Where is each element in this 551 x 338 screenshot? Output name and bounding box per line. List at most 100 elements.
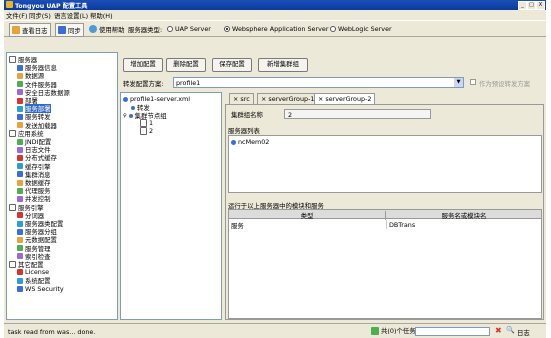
nav-item-icon <box>17 138 23 145</box>
task-icon <box>371 326 379 335</box>
collapse-icon <box>9 129 16 137</box>
server-list-item[interactable]: ncMem02 <box>231 138 269 146</box>
table-row[interactable]: 服务 DBTrans <box>229 220 541 230</box>
use-help-label: 使用帮助 <box>99 25 125 34</box>
tab-area: × src × serverGroup-1 × serverGroup-2 集群… <box>225 93 544 320</box>
radio-selected-icon <box>224 26 230 32</box>
radio-websphere[interactable]: Websphere Application Server <box>222 23 330 35</box>
collapse-icon <box>9 203 16 211</box>
view-log-button[interactable]: 查看日志 <box>9 23 51 37</box>
log-label[interactable]: 日志 <box>517 328 530 337</box>
close-button[interactable]: X <box>536 1 545 10</box>
title-bar: Tongyou UAP 配置工具 _ □ X <box>4 0 546 10</box>
server-type-label: 服务器类型: <box>128 25 163 34</box>
server-icon <box>231 139 236 145</box>
nav-item-icon <box>17 72 23 79</box>
nav-item-icon <box>17 163 23 170</box>
add-config-button[interactable]: 增加配置 <box>123 58 163 72</box>
sync-button[interactable]: 同步 <box>55 23 84 37</box>
status-bar: task read from was... done. 共(0)个任务 ✖ 🔍 … <box>4 323 546 338</box>
help-icon <box>89 25 97 33</box>
nav-item-icon <box>17 245 23 252</box>
nav-item-icon <box>17 105 23 112</box>
menu-file[interactable]: 文件(F) <box>6 11 27 20</box>
profile-root[interactable]: profile1-server.xml <box>123 95 190 103</box>
app-window: Tongyou UAP 配置工具 _ □ X 文件(F) 同步(S) 语言设置(… <box>4 0 546 338</box>
tab-content: 集群组名称 2 服务器列表 ncMem02 运行于以上服务器中的模块和服务 类型… <box>225 104 544 320</box>
scheme-row: 转发配置方案: profile1 ▼ 作为预设转发方案 <box>120 77 544 89</box>
nav-item-icon <box>17 277 23 284</box>
radio-icon <box>167 26 173 32</box>
sync-icon <box>58 26 66 34</box>
nav-item-icon <box>17 146 23 153</box>
nav-item[interactable]: License <box>17 268 49 276</box>
use-help-button[interactable]: 使用帮助 <box>87 23 127 35</box>
server-list-label: 服务器列表 <box>228 127 260 135</box>
profile-leaf[interactable]: 2 <box>140 127 153 135</box>
scheme-label: 转发配置方案: <box>123 80 164 88</box>
view-log-label: 查看日志 <box>22 26 48 35</box>
nav-item-icon <box>17 89 23 96</box>
action-bar: 增加配置 删除配置 保存配置 新增集群组 <box>120 58 544 72</box>
save-config-button[interactable]: 保存配置 <box>212 58 252 72</box>
toolbar: 查看日志 同步 使用帮助 服务器类型: UAP Server Websphere… <box>4 20 546 37</box>
window-title: Tongyou UAP 配置工具 <box>15 3 88 10</box>
nav-item-icon <box>17 97 23 104</box>
nav-item-icon <box>17 285 23 292</box>
profile-leaf[interactable]: 1 <box>140 119 153 127</box>
scheme-select[interactable]: profile1 ▼ <box>173 77 464 88</box>
file-icon <box>140 119 147 127</box>
nav-item-icon <box>17 253 23 260</box>
nav-item-icon <box>17 122 23 129</box>
nav-item-icon <box>17 154 23 161</box>
log-icon <box>12 26 20 34</box>
chevron-down-icon[interactable]: ▼ <box>454 78 463 87</box>
maximize-button[interactable]: □ <box>527 1 536 10</box>
nav-item-icon <box>17 236 23 243</box>
radio-weblogic[interactable]: WebLogic Server <box>328 23 394 35</box>
nav-item-icon <box>17 220 23 227</box>
default-scheme-checkbox[interactable] <box>470 79 476 85</box>
nav-item-icon <box>17 81 23 88</box>
nav-item-icon <box>17 228 23 235</box>
cluster-name-label: 集群组名称 <box>231 111 263 119</box>
minimize-button[interactable]: _ <box>518 1 527 10</box>
new-cluster-button[interactable]: 新增集群组 <box>258 58 308 72</box>
column-type[interactable]: 类型 <box>229 211 386 220</box>
profile-tree: profile1-server.xml 转发 ♀ 集群节点组 1 2 <box>120 92 222 320</box>
cluster-name-value: 2 <box>288 111 293 119</box>
row-type: 服务 <box>231 222 244 230</box>
nav-item-icon <box>17 113 23 120</box>
expand-icon: ♀ <box>123 112 127 119</box>
nav-item-icon <box>17 187 23 194</box>
menu-language[interactable]: 语言设置(L) <box>54 11 88 20</box>
node-icon <box>131 105 135 110</box>
row-service-name: DBTrans <box>389 221 416 229</box>
app-icon <box>6 1 13 8</box>
server-list: ncMem02 <box>228 135 542 193</box>
tasks-indicator[interactable]: 共(0)个任务 <box>371 326 416 335</box>
radio-uap-server[interactable]: UAP Server <box>165 23 213 35</box>
server-icon <box>123 96 128 102</box>
cluster-name-field[interactable]: 2 <box>284 109 431 119</box>
collapse-icon <box>9 261 16 268</box>
nav-item-icon <box>17 195 23 202</box>
nav-tree: 服务器 服务器信息 数据源 文件服务器 安全日志数据源 部署 服务部署 服务转发 发送加载器 应用… <box>6 52 118 320</box>
node-icon <box>128 113 133 118</box>
scheme-value: profile1 <box>176 79 201 87</box>
nav-item[interactable]: WS Security <box>17 285 64 293</box>
sync-label: 同步 <box>68 26 81 35</box>
menu-sync[interactable]: 同步(S) <box>29 11 51 20</box>
menu-help[interactable]: 帮助(H) <box>90 11 113 20</box>
status-message: task read from was... done. <box>8 328 96 336</box>
search-icon[interactable]: 🔍 <box>506 326 515 334</box>
cancel-icon[interactable]: ✖ <box>495 326 502 335</box>
file-icon <box>140 127 147 135</box>
modules-table: 类型 服务名或模块名 服务 DBTrans <box>228 209 542 319</box>
nav-item-icon <box>17 171 23 178</box>
task-progress-bar <box>415 327 490 336</box>
table-header: 类型 服务名或模块名 <box>229 210 541 220</box>
menu-bar: 文件(F) 同步(S) 语言设置(L) 帮助(H) <box>4 10 546 20</box>
delete-config-button[interactable]: 删除配置 <box>166 58 206 72</box>
column-service-name[interactable]: 服务名或模块名 <box>387 211 541 220</box>
